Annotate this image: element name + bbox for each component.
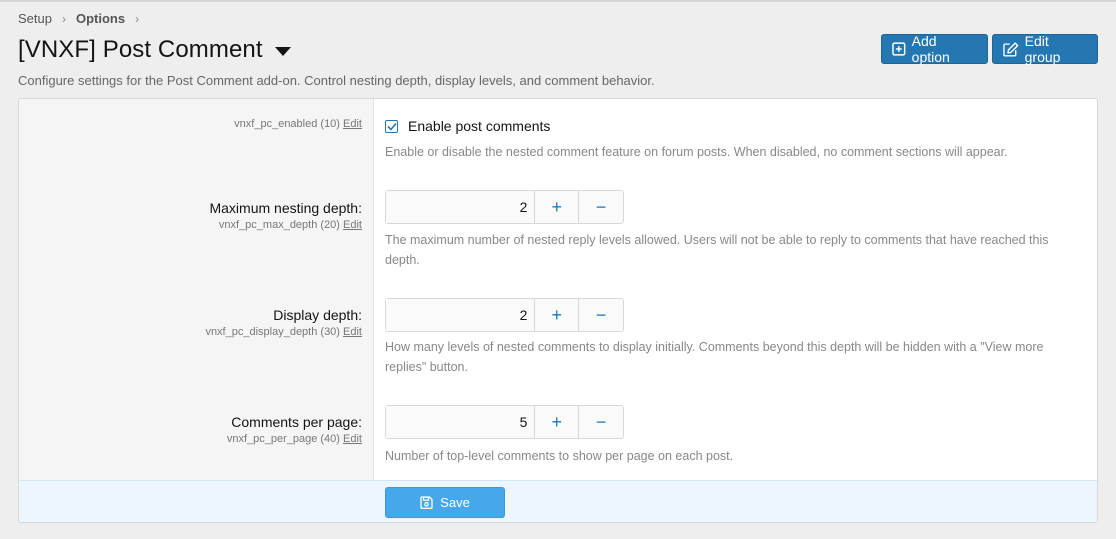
option-key-text: vnxf_pc_per_page (40): [226, 433, 340, 445]
edit-group-button[interactable]: Edit group: [992, 33, 1098, 65]
option-label-enabled: vnxf_pc_enabled (10) Edit: [32, 118, 362, 130]
edit-link-enabled[interactable]: Edit: [343, 118, 362, 130]
top-border: [0, 0, 1116, 2]
per-page-input[interactable]: 5: [386, 406, 536, 438]
option-title: Display depth:: [273, 307, 362, 323]
enable-comments-label[interactable]: Enable post comments: [408, 118, 550, 134]
option-title: Comments per page:: [231, 414, 362, 430]
per-page-minus-button[interactable]: −: [579, 406, 623, 438]
save-label: Save: [440, 495, 470, 510]
edit-group-label: Edit group: [1024, 33, 1061, 65]
edit-link-per-page[interactable]: Edit: [343, 433, 362, 445]
hint-per-page: Number of top-level comments to show per…: [385, 449, 734, 463]
edit-icon: [1003, 41, 1019, 57]
enable-comments-row: Enable post comments: [385, 118, 550, 134]
option-label-per-page: Comments per page: vnxf_pc_per_page (40)…: [32, 414, 362, 445]
display-depth-stepper: 2 + −: [385, 298, 624, 332]
save-button[interactable]: Save: [385, 487, 505, 518]
option-key: vnxf_pc_per_page (40) Edit: [32, 433, 362, 445]
max-depth-input[interactable]: 2: [386, 191, 536, 223]
breadcrumb-separator: ›: [61, 11, 66, 26]
options-panel: vnxf_pc_enabled (10) Edit Enable post co…: [18, 98, 1098, 523]
option-key-text: vnxf_pc_display_depth (30): [205, 326, 340, 338]
option-key-text: vnxf_pc_enabled (10): [234, 118, 340, 130]
page-title: [VNXF] Post Comment: [18, 36, 263, 63]
per-page-stepper: 5 + −: [385, 405, 624, 439]
option-key-text: vnxf_pc_max_depth (20): [218, 219, 340, 231]
caret-down-icon[interactable]: [274, 46, 291, 56]
per-page-plus-button[interactable]: +: [535, 406, 580, 438]
option-label-display-depth: Display depth: vnxf_pc_display_depth (30…: [32, 307, 362, 338]
option-key: vnxf_pc_enabled (10) Edit: [32, 118, 362, 130]
display-depth-minus-button[interactable]: −: [579, 299, 623, 331]
breadcrumb-separator: ›: [135, 11, 140, 26]
edit-link-max-depth[interactable]: Edit: [343, 219, 362, 231]
display-depth-input[interactable]: 2: [386, 299, 536, 331]
plus-square-icon: [892, 42, 906, 56]
save-icon: [420, 496, 433, 509]
option-key: vnxf_pc_max_depth (20) Edit: [32, 219, 362, 231]
hint-max-depth: The maximum number of nested reply level…: [385, 233, 1049, 267]
page-description: Configure settings for the Post Comment …: [18, 73, 655, 88]
form-footer: [19, 480, 1097, 522]
display-depth-plus-button[interactable]: +: [535, 299, 580, 331]
option-label-max-depth: Maximum nesting depth: vnxf_pc_max_depth…: [32, 200, 362, 231]
add-option-button[interactable]: Add option: [881, 33, 988, 65]
check-icon: [386, 122, 397, 131]
max-depth-stepper: 2 + −: [385, 190, 624, 224]
enable-comments-checkbox[interactable]: [385, 119, 398, 133]
max-depth-minus-button[interactable]: −: [579, 191, 623, 223]
breadcrumb: Setup › Options ›: [18, 11, 149, 26]
option-title: Maximum nesting depth:: [209, 200, 362, 216]
add-option-label: Add option: [911, 33, 950, 65]
breadcrumb-setup[interactable]: Setup: [18, 11, 52, 26]
option-key: vnxf_pc_display_depth (30) Edit: [32, 326, 362, 338]
max-depth-plus-button[interactable]: +: [535, 191, 580, 223]
hint-enabled: Enable or disable the nested comment fea…: [385, 145, 1008, 159]
hint-display-depth: How many levels of nested comments to di…: [385, 340, 1044, 374]
breadcrumb-options[interactable]: Options: [76, 11, 125, 26]
title-row: [VNXF] Post Comment: [18, 36, 291, 64]
edit-link-display-depth[interactable]: Edit: [343, 326, 362, 338]
